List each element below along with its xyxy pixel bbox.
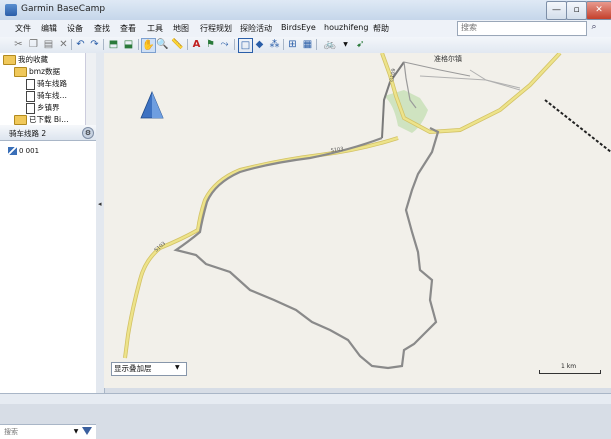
chevron-down-icon[interactable]: ▼ xyxy=(72,427,80,437)
library-tree: 我的收藏 bmz数据 骑车线路 骑车线… 乡镇界 已下载 Bi… xyxy=(0,53,96,126)
library-panel: 我的收藏 bmz数据 骑车线路 骑车线… 乡镇界 已下载 Bi… 骑车线路 2 … xyxy=(0,53,97,439)
tree-item[interactable]: 骑车线路 xyxy=(26,78,67,90)
menu-find[interactable]: 查找 xyxy=(94,23,110,34)
folder-icon xyxy=(3,55,16,65)
list-header: 骑车线路 2 ⚙ xyxy=(0,125,96,141)
text-tool-icon[interactable]: A xyxy=(190,38,203,51)
zoom-icon[interactable]: 🔍 xyxy=(156,38,169,51)
folder-icon xyxy=(14,67,27,77)
toolbar-separator xyxy=(71,39,72,50)
route-icon xyxy=(8,147,17,155)
folder-icon xyxy=(14,115,27,125)
menu-device[interactable]: 设备 xyxy=(67,23,83,34)
menu-file[interactable]: 文件 xyxy=(15,23,31,34)
toolbar-separator xyxy=(316,39,317,50)
menu-view[interactable]: 查看 xyxy=(120,23,136,34)
map-canvas: 准格尔镇 S103 S103 G109 xyxy=(123,53,611,370)
2d-map-icon[interactable]: □ xyxy=(238,38,253,53)
title-bar: Garmin BaseCamp — ▫ ✕ xyxy=(0,0,611,21)
redo-icon[interactable]: ↷ xyxy=(88,38,101,51)
pan-hand-icon[interactable]: ✋ xyxy=(141,38,156,53)
tree-item[interactable]: 骑车线… xyxy=(26,90,67,102)
tree-item[interactable]: 我的收藏 xyxy=(3,54,48,65)
delete-icon[interactable]: ✕ xyxy=(57,38,70,51)
scale-label: 1 km xyxy=(561,363,577,370)
window-title: Garmin BaseCamp xyxy=(21,4,106,14)
list-icon xyxy=(26,90,35,102)
receive-from-device-icon[interactable]: ⬒ xyxy=(107,38,120,51)
map-layers-icon[interactable]: ⁂ xyxy=(268,38,281,51)
undo-icon[interactable]: ↶ xyxy=(74,38,87,51)
menu-birdseye[interactable]: BirdsEye xyxy=(281,23,316,32)
cut-icon[interactable]: ✂ xyxy=(12,38,25,51)
search-icon[interactable]: ⌕ xyxy=(587,21,601,34)
waypoint-icon[interactable]: ⚑ xyxy=(204,38,217,51)
3d-map-icon[interactable]: ◆ xyxy=(253,38,266,51)
navigate-icon[interactable]: ➹ xyxy=(354,38,367,51)
copy-icon[interactable]: ❐ xyxy=(27,38,40,51)
place-label: 准格尔镇 xyxy=(434,54,462,63)
gear-icon[interactable]: ⚙ xyxy=(82,127,94,139)
menu-trip-planning[interactable]: 行程规划 xyxy=(200,23,232,34)
filter-input[interactable] xyxy=(4,427,74,437)
bicycle-profile-icon[interactable]: 🚲 xyxy=(321,38,339,51)
toolbar-separator xyxy=(283,39,284,50)
status-bar xyxy=(0,393,611,404)
list-icon xyxy=(26,102,35,114)
scale-bar xyxy=(539,370,601,374)
chevron-down-icon[interactable]: ▼ xyxy=(339,38,352,51)
toolbar-separator xyxy=(187,39,188,50)
search-input[interactable] xyxy=(458,22,579,33)
street xyxy=(419,75,521,89)
menu-help[interactable]: 帮助 xyxy=(373,23,389,34)
toolbar-separator xyxy=(138,39,139,50)
route-tool-icon[interactable]: ⤳ xyxy=(218,38,231,51)
menu-user[interactable]: houzhifeng xyxy=(324,23,368,32)
street xyxy=(403,61,471,77)
menu-edit[interactable]: 编辑 xyxy=(41,23,57,34)
road-label: G109 xyxy=(389,68,397,82)
minimize-button[interactable]: — xyxy=(546,1,567,20)
route-track xyxy=(173,127,440,370)
list-title: 骑车线路 2 xyxy=(9,129,47,138)
chevron-down-icon[interactable]: ▼ xyxy=(175,364,180,371)
menu-adventures[interactable]: 探险活动 xyxy=(240,23,272,34)
list-item[interactable]: 0 001 xyxy=(8,147,39,158)
close-button[interactable]: ✕ xyxy=(586,1,611,20)
search-box xyxy=(457,21,587,36)
toolbar: ✂ ❐ ▤ ✕ ↶ ↷ ⬒ ⬓ ✋ 🔍 📏 A ⚑ ⤳ □ ◆ ⁂ ⊞ ▦ 🚲 … xyxy=(0,37,611,54)
tree-item[interactable]: 已下载 Bi… xyxy=(14,114,69,125)
filter-bar: ▼ xyxy=(0,424,96,439)
highway-s103 xyxy=(123,136,399,359)
send-to-device-icon[interactable]: ⬓ xyxy=(122,38,135,51)
filter-icon[interactable] xyxy=(82,427,92,435)
grid-view-icon[interactable]: ⊞ xyxy=(286,38,299,51)
tree-scrollbar[interactable] xyxy=(85,53,96,125)
tree-item[interactable]: bmz数据 xyxy=(14,66,60,77)
paste-icon[interactable]: ▤ xyxy=(42,38,55,51)
collapse-arrow-icon[interactable]: ◂ xyxy=(98,200,102,208)
measure-icon[interactable]: 📏 xyxy=(171,38,184,51)
tree-item[interactable]: 乡镇界 xyxy=(26,102,60,114)
railway xyxy=(544,99,611,153)
toolbar-separator xyxy=(103,39,104,50)
street xyxy=(469,69,521,91)
menu-map[interactable]: 地图 xyxy=(173,23,189,34)
app-icon xyxy=(5,4,17,16)
menu-tools[interactable]: 工具 xyxy=(147,23,163,34)
highway-s103 xyxy=(123,136,399,359)
maximize-button[interactable]: ▫ xyxy=(566,1,587,20)
list-icon xyxy=(26,78,35,90)
toolbar-separator xyxy=(234,39,235,50)
list-view-icon[interactable]: ▦ xyxy=(301,38,314,51)
map-view[interactable]: 准格尔镇 S103 S103 G109 xyxy=(104,53,611,388)
